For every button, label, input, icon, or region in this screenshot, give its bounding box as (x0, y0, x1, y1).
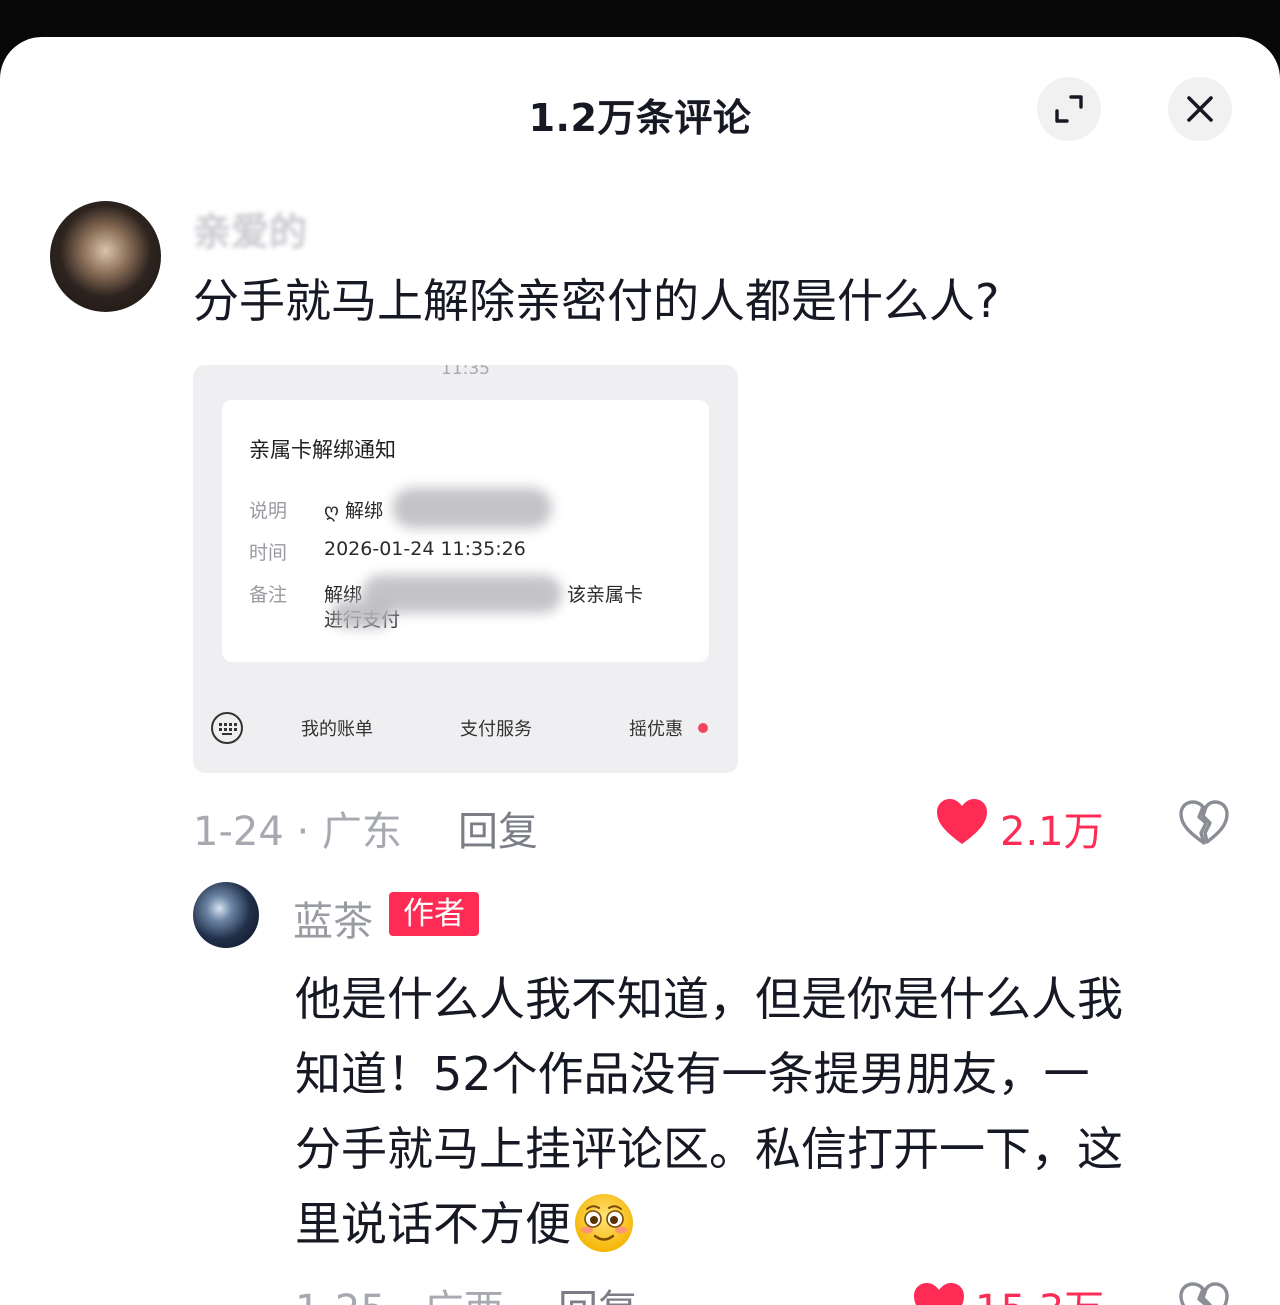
privacy-smudge (362, 575, 562, 613)
reply-date-location: 1-25 · 广西 (295, 1277, 504, 1305)
author-avatar[interactable] (193, 882, 259, 948)
notice-row-label: 备注 (249, 584, 288, 606)
comments-sheet: 1.2万条评论 亲爱的 分手就马上解除亲密付的人都是什么人? 11:35 亲属卡… (0, 37, 1280, 1305)
privacy-smudge (332, 600, 392, 628)
comment-text: 分手就马上解除亲密付的人都是什么人? (193, 274, 1000, 328)
reply-dislike-button[interactable] (1178, 1281, 1230, 1305)
expand-button[interactable] (1037, 77, 1101, 141)
notice-title: 亲属卡解绑通知 (249, 438, 396, 462)
heart-filled-icon (937, 799, 987, 844)
notice-row-value: 2026-01-24 11:35:26 (324, 538, 526, 560)
comment-image-attachment[interactable]: 11:35 亲属卡解绑通知 说明 ღ 解绑 时间 2026-01-24 11:3… (193, 365, 738, 773)
reply-text: 他是什么人我不知道，但是你是什么人我 知道！52个作品没有一条提男朋友，一 分手… (295, 962, 1235, 1262)
close-button[interactable] (1168, 77, 1232, 141)
unbind-notice-card: 亲属卡解绑通知 说明 ღ 解绑 时间 2026-01-24 11:35:26 备… (222, 400, 709, 662)
broken-heart-icon (1179, 800, 1229, 845)
reply-line: 知道！52个作品没有一条提男朋友，一 (295, 1047, 1090, 1101)
commenter-username[interactable]: 亲爱的 (193, 201, 307, 256)
reply-button[interactable]: 回复 (458, 799, 538, 857)
smiling-blush-emoji-icon (575, 1194, 633, 1252)
notice-row-label: 说明 (249, 500, 288, 522)
like-count: 2.1万 (1000, 809, 1104, 855)
bottom-bar-item: 支付服务 (460, 719, 532, 740)
bottom-bar-item: 摇优惠 (629, 719, 683, 740)
comment-date-location: 1-24 · 广东 (193, 809, 402, 855)
reply-like-count: 15.3万 (975, 1277, 1104, 1305)
reply-reply-button[interactable]: 回复 (558, 1277, 638, 1305)
bottom-bar-item: 我的账单 (301, 719, 373, 740)
expand-icon (1055, 95, 1083, 123)
broken-heart-icon (1179, 1282, 1229, 1305)
screenshot-time: 11:35 (441, 365, 490, 379)
notice-row-value: ღ 解绑 (324, 500, 383, 522)
like-button[interactable] (935, 797, 989, 851)
notice-row-label: 时间 (249, 542, 288, 564)
dislike-button[interactable] (1178, 799, 1230, 851)
privacy-smudge (392, 488, 552, 528)
reply-line: 分手就马上挂评论区。私信打开一下，这 (295, 1122, 1123, 1176)
reply-line-last: 里说话不方便 (295, 1187, 1235, 1262)
author-username[interactable]: 蓝茶 (293, 889, 373, 947)
reply-like-button[interactable] (912, 1281, 966, 1305)
author-badge: 作者 (389, 892, 479, 936)
notification-dot (698, 723, 708, 733)
close-icon (1187, 96, 1213, 122)
keyboard-icon (211, 712, 243, 744)
heart-filled-icon (914, 1283, 964, 1305)
family-card-icon: ღ (324, 500, 339, 522)
reply-line: 他是什么人我不知道，但是你是什么人我 (295, 972, 1123, 1026)
screenshot-bottom-bar: 我的账单 支付服务 摇优惠 (193, 683, 738, 773)
commenter-avatar[interactable] (50, 201, 161, 312)
